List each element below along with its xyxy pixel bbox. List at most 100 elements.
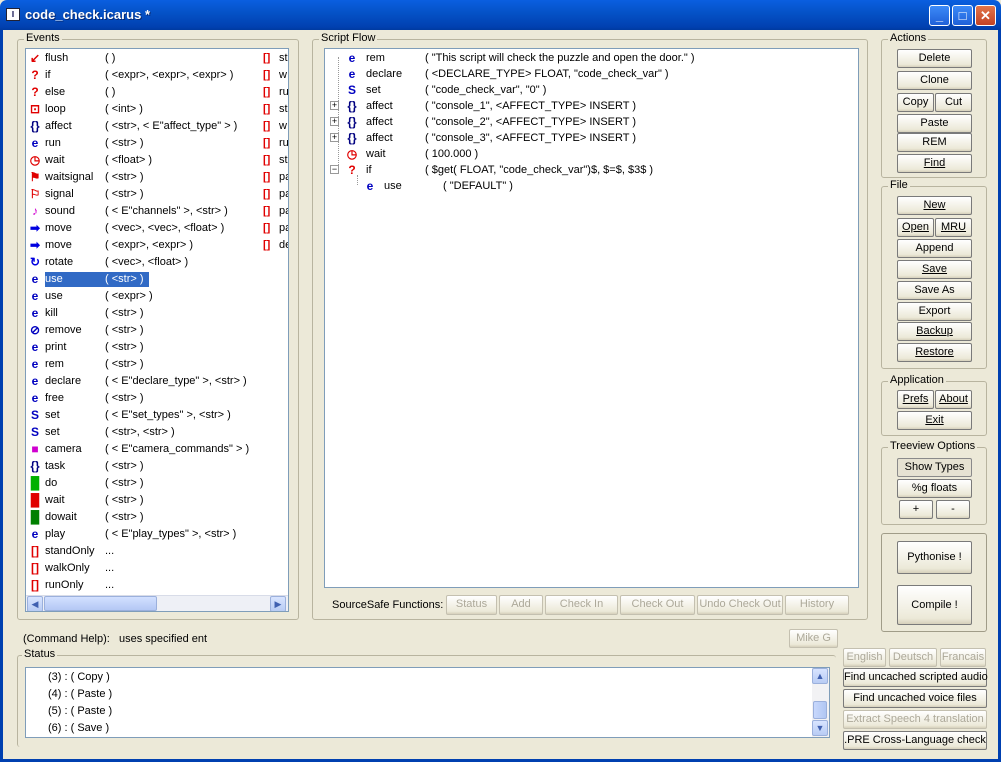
close-button[interactable]: ✕ [975, 5, 996, 26]
backup-button[interactable]: Backup [897, 322, 972, 341]
show-types-toggle[interactable]: Show Types [897, 458, 972, 477]
list-item[interactable]: e kill ( <str> ) [28, 305, 286, 322]
sourcesafe-undo-check-out-button[interactable]: Undo Check Out [697, 595, 783, 615]
expand-icon[interactable]: + [330, 101, 339, 110]
list-item[interactable]: e free ( <str> ) [28, 390, 286, 407]
events-list[interactable]: ↙ flush ( ) [] st? if ( <expr>, <expr>, <expr>… [25, 48, 289, 612]
list-item[interactable]: █ dowait ( <str> ) [28, 509, 286, 526]
list-item[interactable]: e print ( <str> ) [28, 339, 286, 356]
list-item[interactable]: e use( <str> ) [28, 271, 286, 288]
list-item[interactable]: ⚑ waitsignal ( <str> ) [] pa [28, 169, 288, 186]
g-floats-toggle[interactable]: %g floats [897, 479, 972, 498]
sourcesafe-history-button[interactable]: History [785, 595, 849, 615]
append-button[interactable]: Append [897, 239, 972, 258]
maximize-button[interactable]: □ [952, 5, 973, 26]
expand-icon[interactable]: + [330, 117, 339, 126]
scroll-left-icon[interactable]: ◀ [27, 596, 43, 611]
scroll-right-icon[interactable]: ▶ [270, 596, 286, 611]
tree-node[interactable]: −? if ( $get( FLOAT, "code_check_var")$, $… [325, 162, 855, 178]
list-item[interactable]: [] standOnly... [28, 543, 286, 560]
list-item[interactable]: █ wait ( <str> ) [28, 492, 286, 509]
pre-cross-language-button[interactable]: .PRE Cross-Language check [843, 731, 987, 750]
events-hscroll-thumb[interactable] [44, 596, 157, 611]
tree-node[interactable]: + {} affect ( "console_2", <AFFECT_TYPE> IN… [325, 114, 855, 130]
tree-node[interactable]: + {} affect ( "console_1", <AFFECT_TYPE> IN… [325, 98, 855, 114]
save-as-button[interactable]: Save As [897, 281, 972, 300]
collapse-icon[interactable]: − [330, 165, 339, 174]
list-item[interactable]: Sset ( < E"set_types" >, <str> ) [28, 407, 286, 424]
minimize-button[interactable]: _ [929, 5, 950, 26]
tree-node[interactable]: e use ( "DEFAULT" ) [325, 178, 855, 194]
list-item[interactable]: e run ( <str> ) [] ru [28, 135, 288, 152]
expand-all-button[interactable]: + [899, 500, 933, 519]
sourcesafe-check-in-button[interactable]: Check In [545, 595, 618, 615]
tree-node[interactable]: e declare ( <DECLARE_TYPE> FLOAT, "code_ch… [325, 66, 855, 82]
extract-speech-button[interactable]: Extract Speech 4 translation [843, 710, 987, 729]
list-item[interactable]: ? if ( <expr>, <expr>, <expr> ) [] w [28, 67, 287, 84]
list-item[interactable]: ? else ( ) [] ru [28, 84, 288, 101]
list-item[interactable]: e rem ( <str> ) [28, 356, 286, 373]
list-item[interactable]: ♪ sound ( < E"channels" >, <str> ) [] pa [28, 203, 288, 220]
list-item[interactable]: {} affect ( <str>, < E"affect_type" > ) [] w [28, 118, 287, 135]
paste-button[interactable]: Paste [897, 114, 972, 133]
scroll-up-icon[interactable]: ▲ [812, 668, 828, 684]
restore-button[interactable]: Restore [897, 343, 972, 362]
script-tree[interactable]: e rem( "This script will check the puzzle… [324, 48, 859, 588]
sourcesafe-add-button[interactable]: Add [499, 595, 543, 615]
list-item[interactable]: e declare ( < E"declare_type" >, <str> ) [28, 373, 286, 390]
compile-button[interactable]: Compile ! [897, 585, 972, 625]
mru-button[interactable]: MRU [935, 218, 972, 237]
find-uncached-audio-button[interactable]: Find uncached scripted audio [843, 668, 988, 687]
open-button[interactable]: Open [897, 218, 934, 237]
list-item[interactable]: e use ( <expr> ) [28, 288, 286, 305]
tree-node[interactable]: ◷ wait ( 100.000 ) [325, 146, 855, 162]
expand-icon[interactable]: + [330, 133, 339, 142]
status-scroll-thumb[interactable] [813, 701, 827, 719]
scroll-down-icon[interactable]: ▼ [812, 720, 828, 736]
list-item[interactable]: Sset ( <str>, <str> ) [28, 424, 286, 441]
list-item[interactable]: ◷ wait ( <float> ) [] st [28, 152, 288, 169]
list-item[interactable]: [] runOnly... [28, 577, 286, 594]
francais-button[interactable]: Francais [940, 648, 986, 667]
sourcesafe-status-button[interactable]: Status [446, 595, 497, 615]
list-item[interactable]: {} task ( <str> ) [28, 458, 286, 475]
list-item[interactable]: █ do ( <str> ) [28, 475, 286, 492]
list-item[interactable]: ⚐ signal ( <str> ) [] pa [28, 186, 288, 203]
export-button[interactable]: Export [897, 302, 972, 321]
events-hscrollbar[interactable]: ◀ ▶ [26, 595, 288, 611]
clone-button[interactable]: Clone [897, 71, 972, 90]
list-item[interactable]: ↙ flush ( ) [] st [28, 50, 288, 67]
list-item[interactable]: ⊘ remove ( <str> ) [28, 322, 286, 339]
event-name: declare [45, 375, 82, 387]
collapse-all-button[interactable]: - [936, 500, 970, 519]
list-item[interactable]: ⊡ loop ( <int> ) [] st [28, 101, 288, 118]
rem-button[interactable]: REM [897, 133, 972, 152]
pythonise-button[interactable]: Pythonise ! [897, 541, 972, 574]
new-button[interactable]: New [897, 196, 972, 215]
title-bar[interactable]: I code_check.icarus * _ □ ✕ [0, 0, 1001, 30]
list-item[interactable]: ■ camera ( < E"camera_commands" > ) [28, 441, 286, 458]
find-uncached-voice-button[interactable]: Find uncached voice files [843, 689, 987, 708]
delete-button[interactable]: Delete [897, 49, 972, 68]
prefs-button[interactable]: Prefs [897, 390, 934, 409]
sourcesafe-check-out-button[interactable]: Check Out [620, 595, 695, 615]
english-button[interactable]: English [843, 648, 886, 667]
tree-node[interactable]: e rem ( "This script will check the puzzle… [325, 50, 855, 66]
list-item[interactable]: e play ( < E"play_types" >, <str> ) [28, 526, 286, 543]
tree-node[interactable]: Sset ( "code_check_var", "0" ) [325, 82, 855, 98]
list-item[interactable]: ↻ rotate ( <vec>, <float> ) [28, 254, 286, 271]
user-button[interactable]: Mike G [789, 629, 838, 648]
list-item[interactable]: [] walkOnly... [28, 560, 286, 577]
save-button[interactable]: Save [897, 260, 972, 279]
cut-button[interactable]: Cut [935, 93, 972, 112]
list-item[interactable]: ➡ move ( <vec>, <vec>, <float> ) [] pa [28, 220, 288, 237]
deutsch-button[interactable]: Deutsch [889, 648, 937, 667]
status-scrollbar[interactable]: ▲ ▼ [812, 668, 829, 737]
find-button[interactable]: Find [897, 154, 972, 173]
list-item[interactable]: ➡ move ( <expr>, <expr> ) [] de [28, 237, 288, 254]
exit-button[interactable]: Exit [897, 411, 972, 430]
status-log[interactable]: (3) : ( Copy ) (4) : ( Paste ) (5) : ( Pas… [25, 667, 830, 738]
copy-button[interactable]: Copy [897, 93, 934, 112]
tree-node[interactable]: + {} affect ( "console_3", <AFFECT_TYPE> IN… [325, 130, 855, 146]
about-button[interactable]: About [935, 390, 972, 409]
